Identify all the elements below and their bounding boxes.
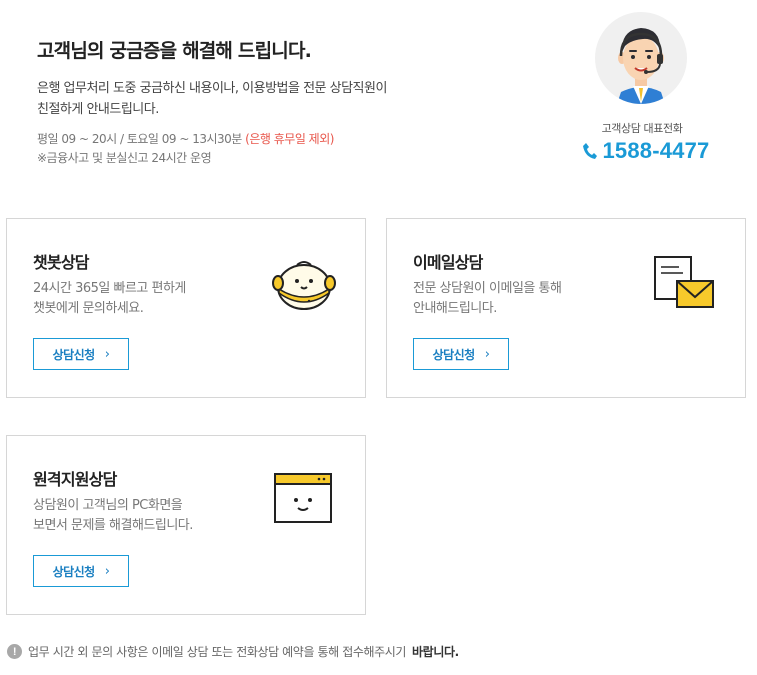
chatbot-consult-card: 챗봇상담 24시간 365일 빠르고 편하게 챗봇에게 문의하세요. 상담신청 › [6, 218, 366, 398]
remote-support-icon [274, 473, 332, 523]
email-consult-card: 이메일상담 전문 상담원이 이메일을 통해 안내해드립니다. 상담신청 › [386, 218, 746, 398]
chevron-right-icon: › [104, 346, 110, 362]
button-label: 상담신청 [52, 564, 96, 579]
email-apply-button[interactable]: 상담신청 › [413, 338, 509, 370]
agent-avatar [595, 12, 687, 104]
footer-text: 업무 시간 외 문의 사항은 이메일 상담 또는 전화상담 예약을 통해 접수해… [28, 645, 407, 659]
intro-description: 은행 업무처리 도중 궁금하신 내용이나, 이용방법을 전문 상담직원이 친절하… [37, 78, 457, 120]
hours-note: (은행 휴무일 제외) [245, 132, 334, 146]
card-title: 원격지원상담 [33, 470, 117, 489]
card-desc-line-1: 전문 상담원이 이메일을 통해 [413, 281, 562, 296]
footer-notice: ! 업무 시간 외 문의 사항은 이메일 상담 또는 전화상담 예약을 통해 접… [7, 643, 459, 660]
card-description: 전문 상담원이 이메일을 통해 안내해드립니다. [413, 279, 623, 319]
card-title: 이메일상담 [413, 253, 483, 272]
footer-emphasis: 바랍니다. [412, 645, 459, 659]
phone-icon [583, 143, 598, 159]
card-desc-line-2: 보면서 문제를 해결해드립니다. [33, 518, 193, 533]
chatbot-apply-button[interactable]: 상담신청 › [33, 338, 129, 370]
info-icon: ! [7, 644, 22, 659]
button-label: 상담신청 [52, 347, 96, 362]
page-title: 고객님의 궁금증을 해결해 드립니다. [37, 40, 312, 62]
service-hours: 평일 09 ~ 20시 / 토요일 09 ~ 13시30분 (은행 휴무일 제외… [37, 130, 334, 168]
phone-number-text: 1588-4477 [602, 138, 710, 163]
card-desc-line-1: 24시간 365일 빠르고 편하게 [33, 281, 186, 296]
chevron-right-icon: › [104, 563, 110, 579]
hotline-number[interactable]: 1588-4477 [572, 138, 720, 164]
call-center-agent-icon [617, 28, 665, 104]
intro-line-1: 은행 업무처리 도중 궁금하신 내용이나, 이용방법을 전문 상담직원이 [37, 81, 387, 96]
remote-support-card: 원격지원상담 상담원이 고객님의 PC화면을 보면서 문제를 해결해드립니다. … [6, 435, 366, 615]
card-desc-line-1: 상담원이 고객님의 PC화면을 [33, 498, 183, 513]
email-icon [654, 256, 714, 308]
intro-line-2: 친절하게 안내드립니다. [37, 102, 159, 117]
card-desc-line-2: 안내해드립니다. [413, 301, 497, 316]
button-label: 상담신청 [432, 347, 476, 362]
card-title: 챗봇상담 [33, 253, 89, 272]
chevron-right-icon: › [484, 346, 490, 362]
card-description: 상담원이 고객님의 PC화면을 보면서 문제를 해결해드립니다. [33, 496, 243, 536]
hotline-label: 고객상담 대표전화 [601, 122, 683, 135]
chatbot-icon [272, 261, 336, 310]
hours-text: 평일 09 ~ 20시 / 토요일 09 ~ 13시30분 [37, 132, 242, 146]
emergency-notice: ※금융사고 및 분실신고 24시간 운영 [37, 151, 212, 165]
card-description: 24시간 365일 빠르고 편하게 챗봇에게 문의하세요. [33, 279, 243, 319]
card-desc-line-2: 챗봇에게 문의하세요. [33, 301, 144, 316]
remote-apply-button[interactable]: 상담신청 › [33, 555, 129, 587]
